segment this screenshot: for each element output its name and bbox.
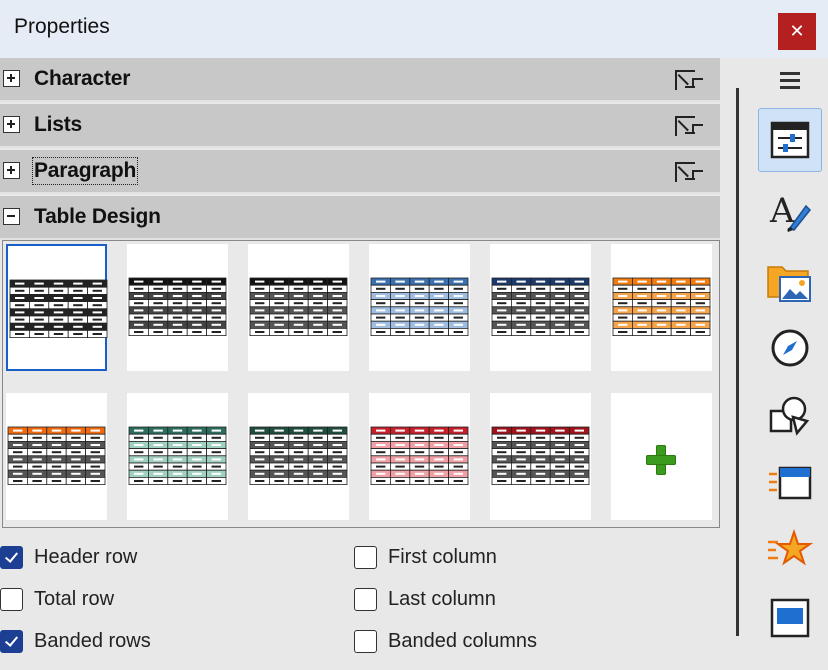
properties-icon bbox=[770, 121, 810, 159]
properties-panel: Character Lists Paragraph Table Design H… bbox=[0, 58, 722, 670]
window-title: Properties bbox=[14, 15, 110, 38]
banded-rows-checkbox[interactable] bbox=[0, 629, 23, 653]
table-style-tile[interactable] bbox=[248, 244, 349, 371]
table-style-preview-icon bbox=[370, 426, 469, 486]
section-paragraph[interactable]: Paragraph bbox=[0, 150, 720, 194]
option-label: Banded columns bbox=[388, 629, 537, 652]
section-character[interactable]: Character bbox=[0, 58, 720, 102]
total-row-checkbox[interactable] bbox=[0, 587, 23, 611]
styles-deck-button[interactable]: A bbox=[758, 180, 822, 244]
more-options-icon[interactable] bbox=[675, 116, 695, 136]
sidebar-tabbar: A bbox=[722, 58, 828, 670]
section-label: Table Design bbox=[34, 205, 161, 228]
navigator-icon bbox=[771, 329, 809, 367]
page-icon bbox=[769, 466, 812, 500]
table-style-preview-icon bbox=[249, 426, 348, 486]
table-style-preview-icon bbox=[9, 279, 108, 339]
section-lists[interactable]: Lists bbox=[0, 104, 720, 148]
manage-changes-icon bbox=[770, 598, 810, 638]
section-table-design[interactable]: Table Design bbox=[0, 196, 720, 240]
section-label: Character bbox=[34, 67, 131, 90]
option-banded-rows[interactable]: Banded rows bbox=[0, 626, 151, 656]
table-style-preview-icon bbox=[491, 277, 590, 337]
table-style-tile[interactable] bbox=[611, 244, 712, 371]
gallery-icon bbox=[767, 266, 811, 302]
expand-icon[interactable] bbox=[3, 116, 20, 133]
option-last-column[interactable]: Last column bbox=[354, 584, 496, 614]
navigator-deck-button[interactable] bbox=[758, 316, 822, 380]
table-style-tile[interactable] bbox=[369, 244, 470, 371]
table-style-tile[interactable] bbox=[127, 244, 228, 371]
option-label: Header row bbox=[34, 545, 138, 568]
option-banded-columns[interactable]: Banded columns bbox=[354, 626, 537, 656]
shapes-icon bbox=[769, 396, 810, 436]
option-label: First column bbox=[388, 545, 497, 568]
title-bar: Properties ✕ bbox=[0, 0, 828, 58]
first-column-checkbox[interactable] bbox=[354, 545, 377, 569]
table-style-preview-icon bbox=[128, 277, 227, 337]
style-inspector-icon bbox=[768, 528, 814, 566]
table-style-preview-icon bbox=[491, 426, 590, 486]
table-style-tile[interactable] bbox=[6, 244, 108, 371]
shapes-deck-button[interactable] bbox=[758, 384, 822, 448]
last-column-checkbox[interactable] bbox=[354, 587, 377, 611]
collapse-icon[interactable] bbox=[3, 208, 20, 225]
option-total-row[interactable]: Total row bbox=[0, 584, 114, 614]
table-style-tile[interactable] bbox=[127, 393, 228, 520]
close-button[interactable]: ✕ bbox=[778, 13, 816, 50]
sidebar-divider bbox=[736, 88, 739, 636]
header-row-checkbox[interactable] bbox=[0, 545, 23, 569]
table-style-preview-icon bbox=[7, 426, 106, 486]
table-style-preview-icon bbox=[249, 277, 348, 337]
section-label: Lists bbox=[34, 113, 83, 136]
table-style-tile[interactable] bbox=[490, 244, 591, 371]
table-style-preview-icon bbox=[128, 426, 227, 486]
table-style-tile[interactable] bbox=[490, 393, 591, 520]
option-label: Total row bbox=[34, 587, 115, 610]
option-first-column[interactable]: First column bbox=[354, 542, 497, 572]
option-label: Banded rows bbox=[34, 629, 151, 652]
add-plus-icon bbox=[646, 445, 676, 475]
table-style-tile[interactable] bbox=[369, 393, 470, 520]
manage-changes-deck-button[interactable] bbox=[758, 586, 822, 650]
page-deck-button[interactable] bbox=[758, 452, 822, 516]
svg-text:A: A bbox=[769, 191, 795, 231]
section-label: Paragraph bbox=[31, 157, 139, 185]
table-style-preview-icon bbox=[612, 277, 711, 337]
option-header-row[interactable]: Header row bbox=[0, 542, 137, 572]
table-styles-gallery bbox=[2, 240, 720, 528]
add-table-style-button[interactable] bbox=[611, 393, 712, 520]
gallery-deck-button[interactable] bbox=[758, 250, 822, 314]
hamburger-menu-icon[interactable] bbox=[780, 72, 802, 90]
style-inspector-deck-button[interactable] bbox=[758, 518, 822, 582]
table-style-tile[interactable] bbox=[6, 393, 107, 520]
table-style-tile[interactable] bbox=[248, 393, 349, 520]
table-style-preview-icon bbox=[370, 277, 469, 337]
properties-deck-button[interactable] bbox=[758, 108, 822, 172]
more-options-icon[interactable] bbox=[675, 70, 695, 90]
banded-columns-checkbox[interactable] bbox=[354, 629, 377, 653]
more-options-icon[interactable] bbox=[675, 162, 695, 182]
expand-icon[interactable] bbox=[3, 162, 20, 179]
expand-icon[interactable] bbox=[3, 70, 20, 87]
option-label: Last column bbox=[388, 587, 496, 610]
styles-icon: A bbox=[769, 191, 812, 232]
